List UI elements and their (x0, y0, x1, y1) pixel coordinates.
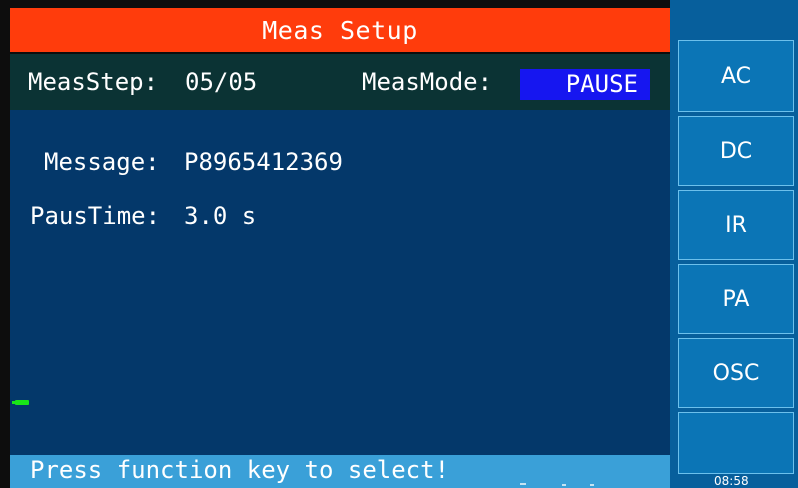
pause-time-value[interactable]: 3.0 s (184, 202, 256, 230)
cursor-marker-icon (12, 400, 29, 405)
message-value[interactable]: P8965412369 (184, 148, 343, 176)
clock: 08:58 (714, 474, 749, 488)
function-key-ac[interactable]: AC (678, 40, 794, 112)
status-residue (520, 483, 526, 485)
status-message: Press function key to select! (30, 456, 450, 484)
pause-time-label: PausTime: (30, 202, 161, 230)
meas-step-value[interactable]: 05/05 (185, 68, 257, 96)
page-title: Meas Setup (10, 8, 670, 52)
meas-mode-value[interactable]: PAUSE (520, 69, 650, 100)
step-mode-bar: MeasStep: 05/05 MeasMode: PAUSE (10, 54, 670, 110)
main-panel: Message: P8965412369 PausTime: 3.0 s (10, 110, 670, 455)
status-residue (590, 484, 594, 486)
status-residue (562, 484, 566, 486)
function-key-blank[interactable] (678, 412, 794, 474)
instrument-screen: Meas Setup MeasStep: 05/05 MeasMode: PAU… (0, 0, 798, 488)
status-bar: Press function key to select! (10, 455, 670, 488)
meas-step-label: MeasStep: (28, 68, 159, 96)
meas-mode-label: MeasMode: (362, 68, 493, 96)
function-key-pa[interactable]: PA (678, 264, 794, 334)
message-label: Message: (44, 148, 160, 176)
function-key-ir[interactable]: IR (678, 190, 794, 260)
function-key-osc[interactable]: OSC (678, 338, 794, 408)
function-key-dc[interactable]: DC (678, 116, 794, 186)
function-key-column: ( AC DC IR PA OSC 08:58 (670, 0, 798, 488)
